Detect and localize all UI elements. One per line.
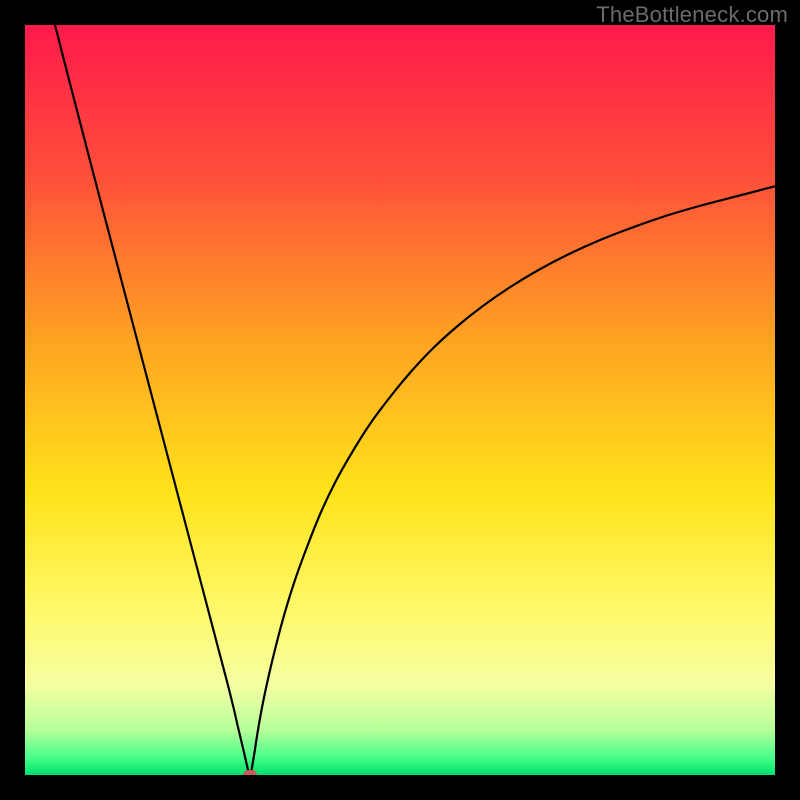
watermark-text: TheBottleneck.com bbox=[596, 2, 788, 28]
plot-area bbox=[25, 25, 775, 775]
chart-frame: TheBottleneck.com bbox=[0, 0, 800, 800]
bottleneck-curve bbox=[55, 25, 775, 775]
optimal-point-marker bbox=[243, 770, 257, 775]
curve-layer bbox=[25, 25, 775, 775]
